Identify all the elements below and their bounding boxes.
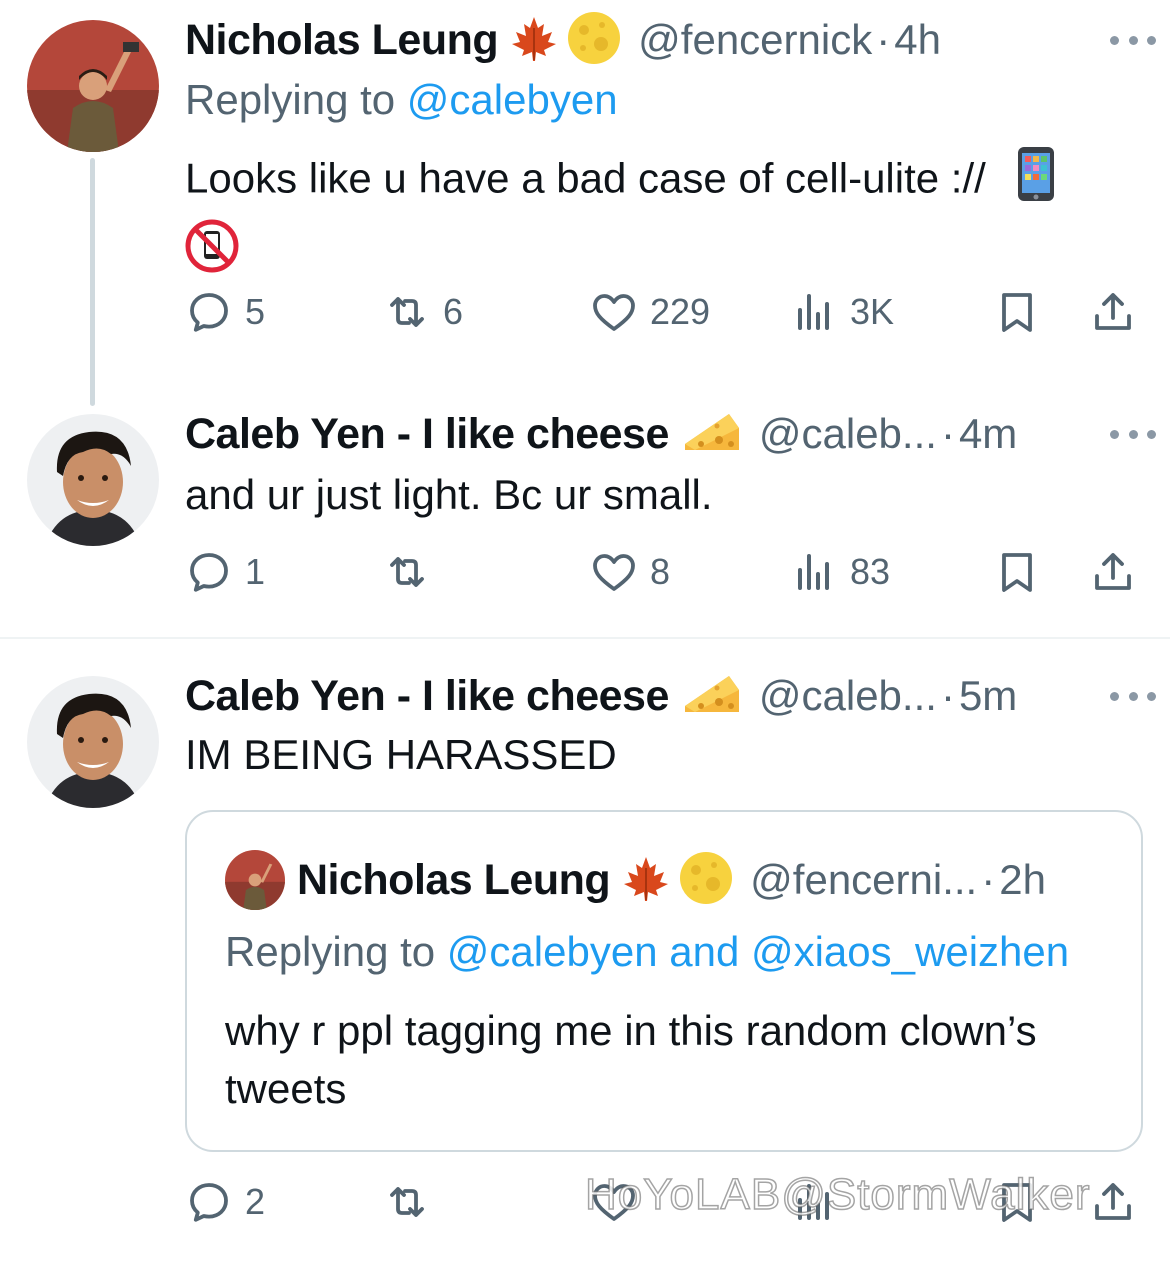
handle[interactable]: @caleb... (759, 672, 937, 720)
share-icon (1095, 553, 1131, 590)
bookmark-icon (1002, 293, 1032, 332)
retweet-icon (390, 297, 424, 327)
heart-icon (593, 554, 635, 591)
quoted-text: why r ppl tagging me in this random clow… (225, 1007, 1037, 1112)
reply-icon (190, 553, 228, 592)
share-button[interactable] (1089, 284, 1137, 340)
separator-dot: · (981, 856, 996, 903)
share-icon (1095, 293, 1131, 330)
avatar-nicholas[interactable] (27, 20, 159, 152)
retweet-icon (390, 1187, 424, 1217)
tweet-text-line: Looks like u have a bad case of cell-uli… (185, 154, 986, 202)
reply-count: 2 (245, 1181, 266, 1222)
display-name[interactable]: Caleb Yen - I like cheese (185, 410, 669, 459)
bookmark-icon (1002, 553, 1032, 592)
views-icon (798, 294, 829, 330)
reply-icon (190, 293, 228, 332)
views-count: 83 (850, 551, 891, 592)
quoted-replying-to: Replying to @calebyen and @xiaos_weizhen (225, 928, 1069, 976)
reply-icon (190, 1183, 228, 1222)
timestamp[interactable]: 4h (894, 16, 941, 64)
quoted-tweet[interactable]: Nicholas Leung @fencerni... · 2h Replyin… (185, 810, 1143, 1152)
replying-to: Replying to @calebyen (185, 76, 618, 124)
more-options-icon[interactable] (1110, 30, 1156, 50)
tweet-2[interactable]: Caleb Yen - I like cheese @caleb... · 4m… (0, 400, 1170, 637)
bookmark-button[interactable] (993, 544, 1041, 600)
cheese-wedge-icon (683, 410, 741, 459)
maple-leaf-icon (622, 854, 670, 907)
more-options-icon[interactable] (1110, 424, 1156, 444)
quoted-timestamp: 2h (999, 856, 1046, 903)
bookmark-button[interactable] (993, 284, 1041, 340)
like-count: 8 (650, 551, 671, 592)
display-name[interactable]: Caleb Yen - I like cheese (185, 672, 669, 721)
reply-button[interactable]: 5 (185, 284, 265, 340)
retweet-count: 6 (443, 291, 464, 332)
like-button[interactable]: 8 (590, 544, 670, 600)
mobile-phone-icon (1017, 146, 1055, 217)
share-icon (1095, 1183, 1131, 1220)
separator-dot: · (940, 672, 955, 719)
quoted-avatar (225, 850, 285, 910)
share-button[interactable] (1089, 544, 1137, 600)
quoted-handle: @fencerni... (750, 856, 978, 903)
reply-button[interactable]: 1 (185, 544, 265, 600)
views-button[interactable]: 3K (790, 284, 894, 340)
tweet-1[interactable]: Nicholas Leung @fencernick · 4h Replying… (0, 0, 1170, 406)
like-button[interactable]: 229 (590, 284, 710, 340)
more-options-icon[interactable] (1110, 686, 1156, 706)
tweet-divider (0, 637, 1170, 639)
retweet-button[interactable] (383, 1174, 431, 1230)
tweet-actions: 1 8 83 (185, 544, 1140, 600)
avatar-caleb[interactable] (27, 414, 159, 546)
reply-count: 1 (245, 551, 266, 592)
tweet-header: Caleb Yen - I like cheese @caleb... · 5m (185, 668, 1140, 724)
full-moon-icon (566, 10, 622, 71)
cheese-wedge-icon (683, 672, 741, 721)
reply-button[interactable]: 2 (185, 1174, 265, 1230)
retweet-button[interactable]: 6 (383, 284, 463, 340)
full-moon-icon (678, 850, 734, 911)
separator-dot: · (940, 410, 955, 457)
handle[interactable]: @fencernick (638, 16, 872, 64)
retweet-icon (390, 557, 424, 587)
replying-to-link[interactable]: @calebyen and @xiaos_weizhen (447, 928, 1069, 975)
quoted-header: Nicholas Leung @fencerni... · 2h (297, 850, 1046, 911)
no-mobile-phones-icon (185, 219, 239, 288)
avatar-caleb[interactable] (27, 676, 159, 808)
views-button[interactable]: 83 (790, 544, 890, 600)
like-count: 229 (650, 291, 711, 332)
tweet-text: Looks like u have a bad case of cell-uli… (185, 146, 1130, 288)
replying-prefix: Replying to (185, 76, 407, 123)
tweet-actions: 5 6 229 3K (185, 284, 1140, 340)
share-button[interactable] (1089, 1174, 1137, 1230)
display-name[interactable]: Nicholas Leung (185, 16, 499, 65)
watermark: HoYoLAB@StormWalker (584, 1169, 1091, 1220)
tweet-text: IM BEING HARASSED (185, 731, 617, 778)
tweet-header: Nicholas Leung @fencernick · 4h (185, 10, 1140, 71)
tweet-text: and ur just light. Bc ur small. (185, 471, 713, 518)
replying-prefix: Replying to (225, 928, 447, 975)
thread-line (90, 158, 95, 406)
heart-icon (593, 294, 635, 331)
tweet-header: Caleb Yen - I like cheese @caleb... · 4m (185, 406, 1140, 462)
handle[interactable]: @caleb... (759, 410, 937, 458)
reply-count: 5 (245, 291, 266, 332)
views-icon (798, 554, 829, 590)
views-count: 3K (850, 291, 895, 332)
maple-leaf-icon (510, 14, 558, 67)
separator-dot: · (876, 16, 891, 63)
timestamp[interactable]: 5m (959, 672, 1017, 720)
timestamp[interactable]: 4m (959, 410, 1017, 458)
retweet-button[interactable] (383, 544, 431, 600)
replying-to-link[interactable]: @calebyen (407, 76, 618, 123)
quoted-display-name: Nicholas Leung (297, 855, 611, 904)
